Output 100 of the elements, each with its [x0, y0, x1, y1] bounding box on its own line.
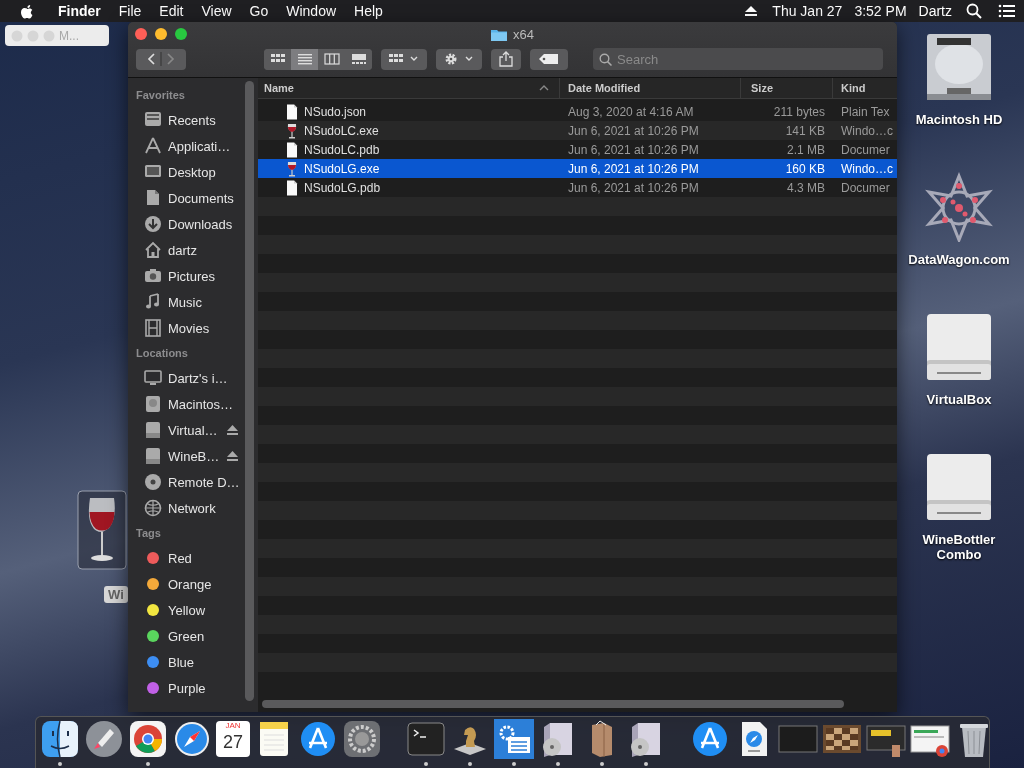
- column-heading[interactable]: Name: [264, 82, 294, 94]
- chrome-icon[interactable]: [128, 719, 168, 759]
- compass-icon[interactable]: [172, 719, 212, 759]
- disc-icon: [144, 473, 162, 491]
- sidebar-item[interactable]: Network: [128, 495, 242, 521]
- action-button[interactable]: [436, 48, 482, 70]
- menu-item[interactable]: File: [109, 3, 151, 19]
- date-cell-text: Jun 6, 2021 at 10:26 PM: [567, 161, 700, 176]
- file-row[interactable]: NSudoLC.exe Jun 6, 2021 at 10:26 PM 141 KB Windo…c: [258, 121, 897, 140]
- tag-button[interactable]: [530, 48, 568, 70]
- menu-item[interactable]: View: [192, 3, 241, 19]
- wine-glass-icon: [285, 122, 299, 139]
- view-mode-button[interactable]: [291, 48, 318, 70]
- column-heading[interactable]: Kind: [841, 82, 866, 94]
- sidebar-item[interactable]: dartz: [128, 237, 242, 263]
- camera-icon: [144, 267, 162, 285]
- columns-view-icon: [323, 52, 340, 66]
- chevron-icon: [145, 52, 177, 66]
- window-title: x64: [513, 26, 534, 42]
- date-cell-text: Jun 6, 2021 at 10:26 PM: [567, 142, 700, 157]
- menu-bar-date[interactable]: Thu Jan 27: [766, 3, 849, 19]
- calendar-app-icon[interactable]: JAN 27: [216, 721, 250, 757]
- window-title: M...: [59, 28, 79, 43]
- document-icon: [285, 179, 299, 196]
- globe-icon: [144, 499, 162, 517]
- tray-icon: [144, 111, 162, 129]
- terminal-icon[interactable]: [406, 719, 446, 759]
- star-pattern-icon[interactable]: [923, 172, 995, 242]
- tag-icon: [539, 54, 559, 64]
- kind-cell-text: Plain Tex: [840, 104, 891, 119]
- letter-a-icon[interactable]: [298, 719, 338, 759]
- sidebar-item[interactable]: Purple: [128, 675, 242, 701]
- eject-icon[interactable]: [744, 5, 759, 17]
- date-cell-text: Jun 6, 2021 at 10:26 PM: [567, 123, 700, 138]
- scroll-bar[interactable]: [245, 81, 254, 701]
- sidebar-item[interactable]: Yellow: [128, 597, 242, 623]
- menu-item[interactable]: Edit: [150, 3, 193, 19]
- icon-label: Macintosh HD: [914, 112, 1004, 127]
- sidebar-item[interactable]: Movies: [128, 315, 242, 341]
- gear-icon: [443, 51, 475, 67]
- sort-caret-icon[interactable]: [539, 85, 549, 91]
- sidebar-item[interactable]: Pictures: [128, 263, 242, 289]
- sidebar-item[interactable]: Orange: [128, 571, 242, 597]
- document-icon: [285, 103, 299, 120]
- group-button[interactable]: [381, 48, 427, 70]
- gear-icon[interactable]: [342, 719, 382, 759]
- menu-item[interactable]: Window: [277, 3, 346, 19]
- user-menu[interactable]: Dartz: [912, 3, 958, 19]
- sidebar-item[interactable]: Documents: [128, 185, 242, 211]
- sidebar-item[interactable]: Desktop: [128, 159, 242, 185]
- face-logo-icon[interactable]: [40, 719, 80, 759]
- section-heading: Favorites: [135, 88, 186, 103]
- size-cell-text: 2.1 MB: [786, 142, 826, 157]
- kind-cell-text: Windo…c: [840, 123, 894, 138]
- eject-icon[interactable]: [227, 425, 238, 435]
- file-name: NSudoLC.exe: [304, 123, 379, 138]
- sidebar-item[interactable]: Music: [128, 289, 242, 315]
- gear-list-icon[interactable]: [494, 719, 534, 759]
- sidebar-item[interactable]: Dartz's i…: [128, 365, 242, 391]
- gallery-view-icon: [350, 52, 367, 66]
- back-forward-buttons[interactable]: [136, 48, 186, 70]
- menu-item[interactable]: Go: [240, 3, 278, 19]
- sidebar-item[interactable]: Remote D…: [128, 469, 242, 495]
- column-heading[interactable]: Date Modified: [568, 82, 641, 94]
- date-cell-text: Jun 6, 2021 at 10:26 PM: [567, 180, 700, 195]
- file-name: NSudoLG.exe: [304, 161, 380, 176]
- menu-item[interactable]: Finder: [49, 3, 110, 19]
- icon-label: Wi: [104, 586, 128, 603]
- sidebar-item[interactable]: Green: [128, 623, 242, 649]
- kind-cell-text: Documer: [840, 180, 891, 195]
- file-name: NSudoLC.pdb: [304, 142, 380, 157]
- sidebar-item[interactable]: Downloads: [128, 211, 242, 237]
- menu-bar-clock[interactable]: 3:52 PM: [848, 3, 913, 19]
- wine-glass-icon[interactable]: [77, 490, 127, 570]
- house-icon: [144, 241, 162, 259]
- letter-a-icon[interactable]: [690, 719, 730, 759]
- icon-label: VirtualBox: [925, 392, 993, 407]
- share-button[interactable]: [491, 48, 521, 70]
- file-row[interactable]: NSudoLG.exe Jun 6, 2021 at 10:26 PM 160 KB Windo…c: [258, 159, 897, 178]
- search-icon[interactable]: [966, 3, 982, 19]
- section-heading: Tags: [135, 526, 162, 541]
- menu-item[interactable]: Help: [345, 3, 392, 19]
- size-cell-text: 141 KB: [784, 123, 826, 138]
- download-icon: [144, 215, 162, 233]
- date-cell-text: Aug 3, 2020 at 4:16 AM: [567, 104, 695, 119]
- sidebar-item[interactable]: WineB…: [128, 443, 242, 469]
- search-field[interactable]: Search: [593, 48, 883, 70]
- sidebar-item[interactable]: Red: [128, 545, 242, 571]
- sidebar-item[interactable]: Virtual…: [128, 417, 242, 443]
- scroll-bar[interactable]: [262, 700, 844, 708]
- sidebar-item[interactable]: Recents: [128, 107, 242, 133]
- sidebar-item[interactable]: Blue: [128, 649, 242, 675]
- sidebar-item[interactable]: Macintos…: [128, 391, 242, 417]
- apple-menu-icon[interactable]: [19, 2, 35, 20]
- sidebar-item[interactable]: Applicati…: [128, 133, 242, 159]
- window-controls-icon[interactable]: [135, 28, 187, 40]
- column-heading[interactable]: Size: [751, 82, 773, 94]
- kind-cell-text: Documer: [840, 142, 891, 157]
- eject-icon[interactable]: [227, 451, 238, 461]
- list-icon[interactable]: [998, 4, 1016, 18]
